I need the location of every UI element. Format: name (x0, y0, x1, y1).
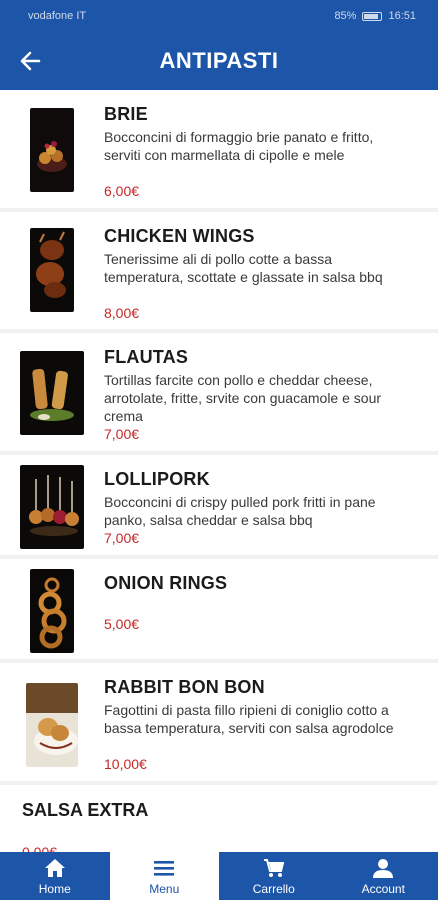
product-description: Tenerissime ali di pollo cotte a bassa t… (104, 251, 383, 285)
list-item[interactable]: BRIE Bocconcini di formaggio brie panato… (0, 90, 438, 212)
product-image (20, 351, 84, 435)
section-title: SALSA EXTRA (22, 800, 149, 820)
product-description: Fagottini di pasta fillo ripieni di coni… (104, 702, 394, 736)
product-description: Bocconcini di crispy pulled pork fritti … (104, 494, 376, 528)
product-name: RABBIT BON BON (104, 677, 265, 697)
product-image (30, 228, 74, 312)
nav-cart[interactable]: Carrello (219, 852, 329, 900)
battery-icon (362, 11, 383, 21)
product-price: 7,00€ (104, 426, 140, 442)
product-image (26, 683, 78, 767)
nav-menu[interactable]: Menu (109, 852, 219, 900)
list-item[interactable]: CHICKEN WINGS Tenerissime ali di pollo c… (0, 212, 438, 333)
nav-menu-label: Menu (149, 882, 180, 896)
battery-percent: 85% (334, 10, 357, 22)
carrier-label: vodafone IT (28, 10, 87, 22)
account-icon (373, 859, 394, 878)
product-name: ONION RINGS (104, 573, 228, 593)
product-price: 0,00€ (22, 844, 58, 852)
product-price: 5,00€ (104, 616, 140, 632)
product-price: 10,00€ (104, 756, 147, 772)
cart-icon (263, 859, 285, 877)
nav-home[interactable]: Home (0, 852, 110, 900)
product-price: 7,00€ (104, 530, 140, 546)
product-image (30, 569, 74, 653)
list-item[interactable]: RABBIT BON BON Fagottini di pasta fillo … (0, 663, 438, 785)
product-name: CHICKEN WINGS (104, 226, 255, 246)
product-description: Tortillas farcite con pollo e cheddar ch… (104, 372, 382, 424)
product-price: 6,00€ (104, 183, 140, 199)
status-right: 85% 16:51 (334, 10, 416, 22)
list-item[interactable]: ONION RINGS 5,00€ (0, 559, 438, 663)
menu-icon (154, 861, 175, 876)
product-image (30, 108, 74, 192)
clock: 16:51 (388, 10, 416, 22)
product-list[interactable]: BRIE Bocconcini di formaggio brie panato… (0, 90, 438, 852)
nav-account[interactable]: Account (328, 852, 438, 900)
product-name: LOLLIPORK (104, 469, 210, 489)
product-description: Bocconcini di formaggio brie panato e fr… (104, 129, 374, 163)
app-bar: ANTIPASTI (0, 32, 438, 90)
nav-cart-label: Carrello (252, 882, 295, 896)
product-price: 8,00€ (104, 305, 140, 321)
product-image (20, 465, 84, 549)
list-item[interactable]: LOLLIPORK Bocconcini di crispy pulled po… (0, 455, 438, 559)
back-arrow-icon (20, 51, 41, 71)
page-title: ANTIPASTI (159, 48, 279, 73)
status-bar: vodafone IT 85% 16:51 (0, 0, 438, 32)
product-name: BRIE (104, 104, 148, 124)
nav-home-label: Home (38, 882, 71, 896)
home-icon (44, 859, 65, 877)
back-button[interactable] (14, 45, 46, 77)
list-item[interactable]: FLAUTAS Tortillas farcite con pollo e ch… (0, 333, 438, 455)
nav-account-label: Account (361, 882, 405, 896)
bottom-navigation: Home Menu Carrello Account (0, 852, 438, 900)
product-name: FLAUTAS (104, 347, 189, 367)
